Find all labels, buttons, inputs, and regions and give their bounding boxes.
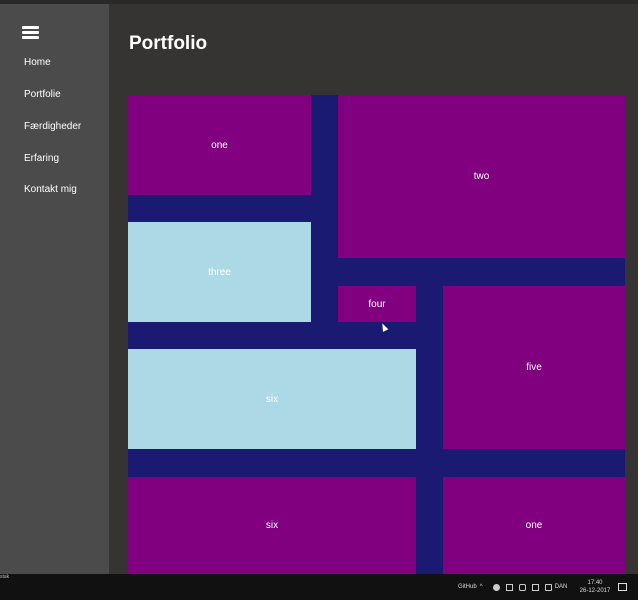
clock-time: 17:40	[587, 580, 603, 586]
keyboard-icon[interactable]	[544, 583, 552, 591]
network-icon[interactable]	[505, 583, 513, 591]
tile-label: six	[265, 393, 279, 405]
volume-icon[interactable]	[518, 583, 526, 591]
sidebar-item-portfolie[interactable]: Portfolie	[24, 89, 61, 100]
tile-three[interactable]: three	[128, 222, 311, 322]
tile-two[interactable]: two	[338, 95, 625, 258]
tray-app-icon[interactable]	[492, 583, 500, 591]
tile-label: one	[525, 520, 543, 531]
tile-four[interactable]: four	[338, 286, 416, 322]
notification-icon[interactable]	[618, 583, 627, 591]
tile-one-bottom[interactable]: one	[443, 477, 625, 574]
tile-label: six	[265, 520, 279, 531]
clock[interactable]: 17:40 26-12-2017	[578, 579, 612, 595]
battery-icon[interactable]	[531, 583, 539, 591]
portfolio-grid: one two three four five six six one	[128, 95, 625, 574]
sidebar-item-erfaring[interactable]: Erfaring	[24, 153, 59, 164]
tile-one[interactable]: one	[128, 95, 311, 195]
taskbar: stak GitHub ^ DAN 17:40 26-12-2017	[0, 574, 638, 600]
app-window: Home Portfolie Færdigheder Erfaring Kont…	[0, 0, 638, 600]
tile-label: four	[368, 298, 386, 310]
taskbar-left-label: stak	[0, 574, 10, 580]
language-indicator[interactable]: DAN	[555, 584, 568, 590]
chevron-up-icon[interactable]: ^	[480, 584, 487, 591]
sidebar-item-faerdigheder[interactable]: Færdigheder	[24, 121, 81, 132]
clock-date: 26-12-2017	[579, 588, 611, 594]
github-label[interactable]: GitHub	[458, 584, 477, 590]
page-title: Portfolio	[129, 33, 208, 54]
tile-label: five	[526, 362, 542, 373]
tile-label: three	[208, 266, 231, 278]
system-tray: GitHub ^ DAN	[458, 574, 567, 600]
tile-label: two	[473, 171, 490, 182]
tile-six-light[interactable]: six	[128, 349, 416, 449]
tile-five[interactable]: five	[443, 286, 625, 449]
sidebar-item-kontakt-mig[interactable]: Kontakt mig	[24, 184, 77, 195]
sidebar: Home Portfolie Færdigheder Erfaring Kont…	[0, 4, 109, 574]
tile-label: one	[211, 139, 228, 151]
hamburger-menu-icon[interactable]	[22, 26, 39, 40]
tile-six[interactable]: six	[128, 477, 416, 574]
sidebar-item-home[interactable]: Home	[24, 57, 51, 68]
